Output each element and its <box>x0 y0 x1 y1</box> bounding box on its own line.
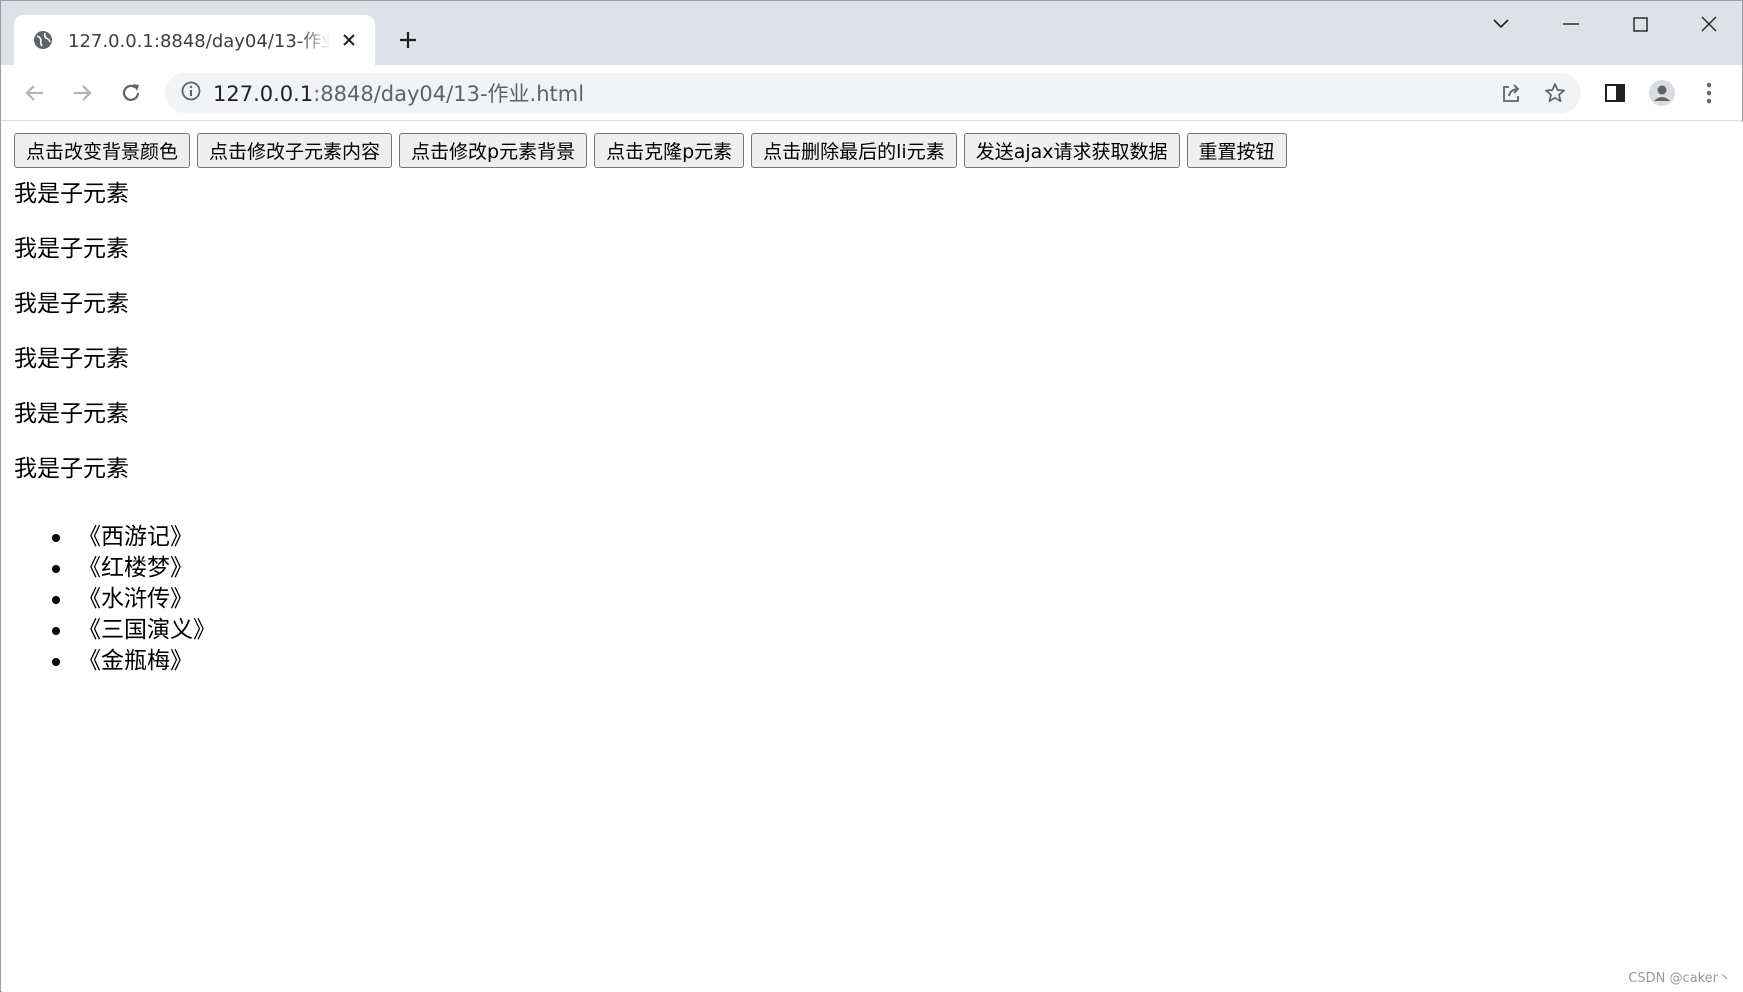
modify-p-bg-button[interactable]: 点击修改p元素背景 <box>399 133 588 168</box>
bullet-icon <box>52 534 60 542</box>
url-text[interactable]: 127.0.0.1:8848/day04/13-作业.html <box>213 78 584 108</box>
window-close-icon[interactable] <box>1689 9 1729 39</box>
list-item-label: 《金瓶梅》 <box>78 648 193 674</box>
tab-strip: 127.0.0.1:8848/day04/13-作业.html <box>1 1 1742 65</box>
browser-toolbar: 127.0.0.1:8848/day04/13-作业.html <box>1 65 1742 121</box>
globe-icon <box>32 29 54 51</box>
list-item: 《金瓶梅》 <box>52 646 216 677</box>
bullet-icon <box>52 565 60 573</box>
page-content: 点击改变背景颜色 点击修改子元素内容 点击修改p元素背景 点击克隆p元素 点击删… <box>2 122 1743 992</box>
close-icon[interactable] <box>337 28 361 52</box>
tab-title: 127.0.0.1:8848/day04/13-作业.html <box>68 31 331 52</box>
address-bar[interactable]: 127.0.0.1:8848/day04/13-作业.html <box>165 73 1581 113</box>
delete-last-li-button[interactable]: 点击删除最后的li元素 <box>751 133 957 168</box>
share-icon[interactable] <box>1491 73 1531 113</box>
kebab-menu-icon[interactable] <box>1693 77 1725 109</box>
plus-icon[interactable] <box>393 25 423 55</box>
tab-search-chevron-icon[interactable] <box>1481 9 1521 39</box>
child-paragraph: 我是子元素 <box>14 236 129 262</box>
change-bg-color-button[interactable]: 点击改变背景颜色 <box>14 133 191 168</box>
back-arrow-icon[interactable] <box>19 77 51 109</box>
bullet-icon <box>52 596 60 604</box>
child-paragraph: 我是子元素 <box>14 346 129 372</box>
profile-icon[interactable] <box>1646 77 1678 109</box>
url-host: 127.0.0.1 <box>213 82 314 106</box>
modify-child-content-button[interactable]: 点击修改子元素内容 <box>197 133 393 168</box>
maximize-icon[interactable] <box>1620 9 1660 39</box>
list-item: 《西游记》 <box>52 522 216 553</box>
list-item: 《红楼梦》 <box>52 553 216 584</box>
list-item-label: 《红楼梦》 <box>78 555 193 581</box>
bullet-icon <box>52 627 60 635</box>
list-item-label: 《西游记》 <box>78 524 193 550</box>
child-paragraph: 我是子元素 <box>14 456 129 482</box>
forward-arrow-icon[interactable] <box>66 77 98 109</box>
bullet-icon <box>52 658 60 666</box>
watermark: CSDN @caker丶 <box>1628 971 1731 986</box>
reset-button[interactable]: 重置按钮 <box>1186 133 1287 168</box>
book-list: 《西游记》 《红楼梦》 《水浒传》 《三国演义》 《金瓶梅》 <box>52 522 216 677</box>
reload-icon[interactable] <box>115 77 147 109</box>
child-paragraph: 我是子元素 <box>14 291 129 317</box>
star-icon[interactable] <box>1535 73 1575 113</box>
side-panel-icon[interactable] <box>1599 77 1631 109</box>
list-item: 《三国演义》 <box>52 615 216 646</box>
send-ajax-button[interactable]: 发送ajax请求获取数据 <box>963 133 1180 168</box>
child-paragraph: 我是子元素 <box>14 401 129 427</box>
browser-window: 127.0.0.1:8848/day04/13-作业.html <box>0 0 1743 992</box>
clone-p-button[interactable]: 点击克隆p元素 <box>594 133 745 168</box>
list-item-label: 《三国演义》 <box>78 617 216 643</box>
active-tab[interactable]: 127.0.0.1:8848/day04/13-作业.html <box>14 15 375 65</box>
list-item: 《水浒传》 <box>52 584 216 615</box>
list-item-label: 《水浒传》 <box>78 586 193 612</box>
child-paragraph: 我是子元素 <box>14 181 129 207</box>
button-row: 点击改变背景颜色 点击修改子元素内容 点击修改p元素背景 点击克隆p元素 点击删… <box>14 133 1287 168</box>
minimize-icon[interactable] <box>1551 9 1591 39</box>
url-path: :8848/day04/13-作业.html <box>313 82 585 106</box>
info-icon[interactable] <box>181 81 201 105</box>
